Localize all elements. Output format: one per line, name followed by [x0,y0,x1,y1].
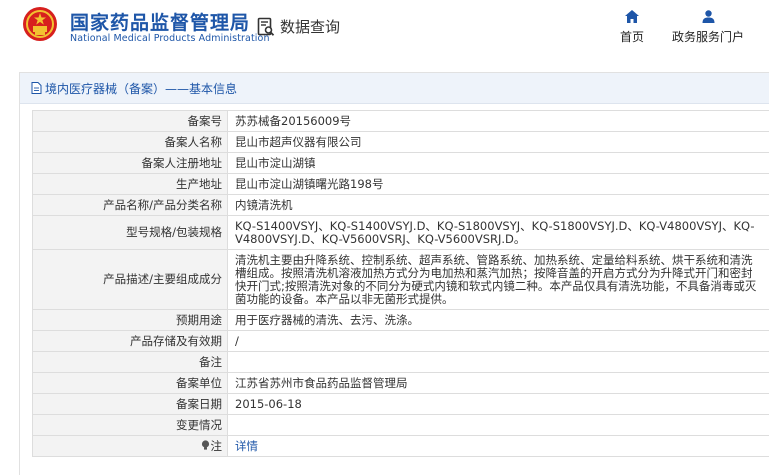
table-row: 备案日期 2015-06-18 [33,394,769,415]
document-icon [31,82,42,94]
table-row: 注 详情 [33,436,769,457]
row-label: 备案日期 [33,394,228,415]
row-label: 产品描述/主要组成成分 [33,250,228,310]
table-row: 产品存储及有效期 / [33,331,769,352]
row-value: 昆山市淀山湖镇 [228,153,769,174]
site-header: 国家药品监督管理局 National Medical Products Admi… [0,0,769,60]
nav-gov-portal[interactable]: 政务服务门户 [668,10,748,45]
row-value: 内镜清洗机 [228,195,769,216]
data-query-label: 数据查询 [280,16,340,37]
row-label: 备案单位 [33,373,228,394]
table-row: 产品描述/主要组成成分 清洗机主要由升降系统、控制系统、超声系统、管路系统、加热… [33,250,769,310]
table-row: 生产地址 昆山市淀山湖镇曙光路198号 [33,174,769,195]
row-label: 备案人名称 [33,132,228,153]
row-label: 产品存储及有效期 [33,331,228,352]
home-icon [625,10,639,23]
row-label: 备案号 [33,111,228,132]
row-value: 苏苏械备20156009号 [228,111,769,132]
nav-home-label: 首页 [620,30,644,44]
table-row: 预期用途 用于医疗器械的清洗、去污、洗涤。 [33,310,769,331]
row-label: 变更情况 [33,415,228,436]
table-row: 产品名称/产品分类名称 内镜清洗机 [33,195,769,216]
row-label: 预期用途 [33,310,228,331]
row-value: 江苏省苏州市食品药品监督管理局 [228,373,769,394]
table-row: 备案人注册地址 昆山市淀山湖镇 [33,153,769,174]
detail-panel: 境内医疗器械（备案）——基本信息 备案号 苏苏械备20156009号 备案人名称… [19,72,769,475]
row-value: 清洗机主要由升降系统、控制系统、超声系统、管路系统、加热系统、定量给料系统、烘干… [228,250,769,310]
details-link[interactable]: 详情 [235,439,258,453]
row-value [228,352,769,373]
row-label: 备案人注册地址 [33,153,228,174]
org-name-en[interactable]: National Medical Products Administration [70,33,270,44]
row-label: 生产地址 [33,174,228,195]
data-query-link[interactable]: 数据查询 [256,16,340,37]
table-row: 备案人名称 昆山市超声仪器有限公司 [33,132,769,153]
row-label-note: 注 [33,436,228,457]
row-value: 用于医疗器械的清洗、去污、洗涤。 [228,310,769,331]
row-value: KQ-S1400VSYJ、KQ-S1400VSYJ.D、KQ-S1800VSYJ… [228,216,769,250]
org-name[interactable]: 国家药品监督管理局 [70,8,250,35]
document-search-icon [256,17,276,37]
row-value: 昆山市超声仪器有限公司 [228,132,769,153]
row-label: 型号规格/包装规格 [33,216,228,250]
table-row: 型号规格/包装规格 KQ-S1400VSYJ、KQ-S1400VSYJ.D、KQ… [33,216,769,250]
table-row: 变更情况 [33,415,769,436]
lightbulb-icon [201,440,210,451]
panel-title: 境内医疗器械（备案）——基本信息 [45,80,237,97]
row-value: 2015-06-18 [228,394,769,415]
row-value: / [228,331,769,352]
table-row: 备案号 苏苏械备20156009号 [33,111,769,132]
user-icon [702,10,715,23]
row-label: 备注 [33,352,228,373]
panel-header: 境内医疗器械（备案）——基本信息 [20,73,769,104]
nav-gov-label: 政务服务门户 [672,30,744,44]
row-label: 产品名称/产品分类名称 [33,195,228,216]
row-value [228,415,769,436]
nav-home[interactable]: 首页 [614,10,650,45]
table-row: 备注 [33,352,769,373]
national-emblem-icon [22,6,58,42]
table-row: 备案单位 江苏省苏州市食品药品监督管理局 [33,373,769,394]
row-value: 昆山市淀山湖镇曙光路198号 [228,174,769,195]
detail-table: 备案号 苏苏械备20156009号 备案人名称 昆山市超声仪器有限公司 备案人注… [32,110,769,457]
row-value: 详情 [228,436,769,457]
note-label: 注 [211,439,223,453]
